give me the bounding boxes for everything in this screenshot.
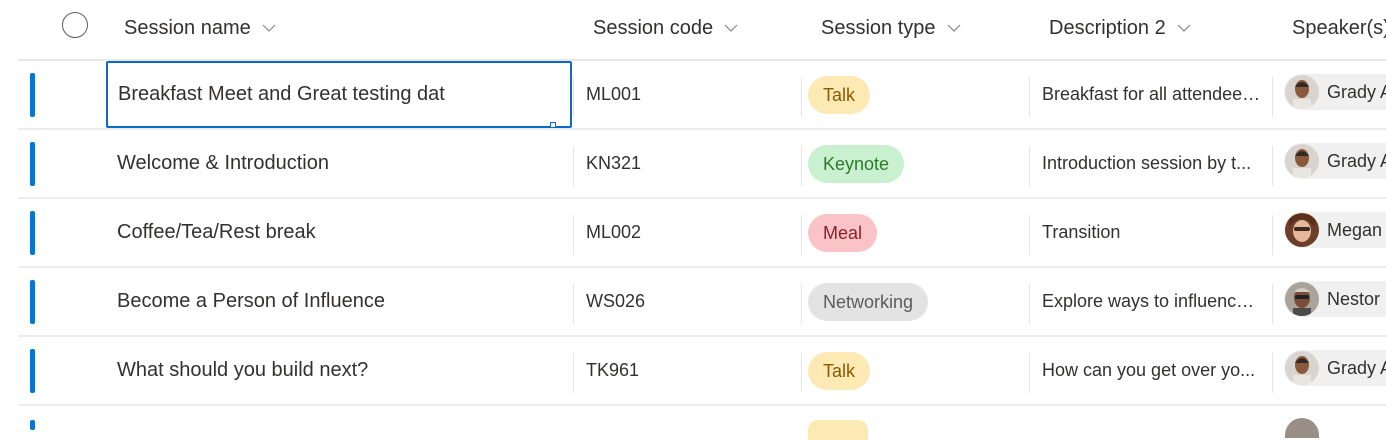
person-avatar-icon: [1285, 75, 1319, 109]
column-header-label: Description 2: [1049, 16, 1166, 39]
session-type-pill: [808, 420, 868, 440]
column-divider: [1029, 284, 1030, 324]
column-divider: [573, 146, 574, 186]
person-avatar-icon: [1285, 282, 1319, 316]
session-name-cell[interactable]: Breakfast Meet and Great testing dat: [106, 61, 572, 128]
column-divider: [573, 215, 574, 255]
column-divider: [1029, 77, 1030, 117]
speaker-persona[interactable]: Grady A: [1284, 143, 1386, 179]
speaker-persona[interactable]: Megan: [1284, 212, 1386, 248]
table-row[interactable]: What should you build next? TK961 Talk H…: [18, 337, 1386, 406]
speaker-name: Nestor: [1327, 288, 1381, 309]
chevron-down-icon: [1176, 20, 1192, 36]
column-divider: [1272, 77, 1273, 117]
speaker-name: Megan: [1327, 219, 1383, 240]
cell-resize-handle[interactable]: [550, 122, 556, 128]
session-type-pill[interactable]: Talk: [808, 76, 871, 114]
person-avatar-icon: [1285, 144, 1319, 178]
column-header-label: Speaker(s): [1292, 16, 1386, 39]
speaker-name: Grady A: [1327, 150, 1386, 171]
column-divider: [801, 146, 802, 186]
session-code-cell[interactable]: WS026: [586, 268, 645, 335]
column-divider: [1029, 146, 1030, 186]
column-header-session-type[interactable]: Session type: [821, 15, 962, 41]
column-header-session-code[interactable]: Session code: [593, 15, 739, 41]
column-divider: [1272, 146, 1273, 186]
column-divider: [1272, 215, 1273, 255]
column-divider: [801, 215, 802, 255]
table-row[interactable]: Breakfast Meet and Great testing dat ML0…: [18, 61, 1386, 130]
column-header-label: Session code: [593, 16, 714, 39]
column-divider: [573, 77, 574, 117]
row-status-bar: [30, 349, 35, 393]
description-cell[interactable]: Transition: [1042, 199, 1264, 266]
speaker-persona[interactable]: Grady A: [1284, 350, 1386, 386]
session-type-pill[interactable]: Talk: [808, 352, 871, 390]
column-divider: [573, 284, 574, 324]
session-type-pill[interactable]: Keynote: [808, 145, 905, 183]
table-row-partial[interactable]: [18, 406, 1386, 440]
description-text: Explore ways to influence ...: [1042, 291, 1264, 311]
table-row[interactable]: Welcome & Introduction KN321 Keynote Int…: [18, 130, 1386, 199]
session-name-cell[interactable]: Coffee/Tea/Rest break: [106, 199, 572, 266]
column-header-description[interactable]: Description 2: [1049, 15, 1192, 41]
session-name-cell[interactable]: Become a Person of Influence: [106, 268, 572, 335]
chevron-down-icon: [261, 20, 277, 36]
select-all-checkbox-icon[interactable]: [62, 12, 88, 38]
session-code-cell[interactable]: ML002: [586, 199, 641, 266]
speaker-name: Grady A: [1327, 81, 1386, 102]
column-divider: [1272, 353, 1273, 393]
description-text: How can you get over yo...: [1042, 360, 1256, 380]
speaker-name: Grady A: [1327, 357, 1386, 378]
column-divider: [1272, 284, 1273, 324]
person-avatar-icon: [1285, 418, 1319, 438]
table-row[interactable]: Become a Person of Influence WS026 Netwo…: [18, 268, 1386, 337]
row-status-bar: [30, 211, 35, 255]
row-status-bar: [30, 280, 35, 324]
row-status-bar: [30, 73, 35, 117]
description-cell[interactable]: Introduction session by t...: [1042, 130, 1264, 197]
session-code-cell[interactable]: ML001: [586, 61, 641, 128]
column-divider: [573, 353, 574, 393]
speaker-persona[interactable]: Grady A: [1284, 74, 1386, 110]
column-divider: [1029, 353, 1030, 393]
session-type-pill[interactable]: Networking: [808, 283, 929, 321]
column-divider: [801, 284, 802, 324]
session-name-cell[interactable]: Welcome & Introduction: [106, 130, 572, 197]
description-text: Breakfast for all attendees...: [1042, 84, 1264, 104]
person-avatar-icon: [1285, 351, 1319, 385]
list-header: Session name Session code Session type D…: [0, 0, 1386, 58]
column-divider: [1029, 215, 1030, 255]
chevron-down-icon: [946, 20, 962, 36]
table-row[interactable]: Coffee/Tea/Rest break ML002 Meal Transit…: [18, 199, 1386, 268]
column-divider: [801, 77, 802, 117]
description-text: Transition: [1042, 222, 1121, 242]
row-status-bar: [30, 142, 35, 186]
column-header-label: Session name: [124, 16, 251, 39]
session-code-cell[interactable]: KN321: [586, 130, 641, 197]
person-avatar-icon: [1285, 213, 1319, 247]
session-type-pill[interactable]: Meal: [808, 214, 878, 252]
session-code-cell[interactable]: TK961: [586, 337, 639, 404]
column-header-session-name[interactable]: Session name: [124, 15, 277, 41]
column-divider: [801, 353, 802, 393]
session-name-cell[interactable]: What should you build next?: [106, 337, 572, 404]
speaker-persona[interactable]: Nestor: [1284, 281, 1386, 317]
description-text: Introduction session by t...: [1042, 153, 1252, 173]
description-cell[interactable]: Breakfast for all attendees...: [1042, 61, 1264, 128]
description-cell[interactable]: Explore ways to influence ...: [1042, 268, 1264, 335]
column-header-speakers[interactable]: Speaker(s): [1292, 15, 1386, 41]
chevron-down-icon: [723, 20, 739, 36]
row-status-bar: [30, 420, 35, 430]
column-header-label: Session type: [821, 16, 936, 39]
description-cell[interactable]: How can you get over yo...: [1042, 337, 1264, 404]
